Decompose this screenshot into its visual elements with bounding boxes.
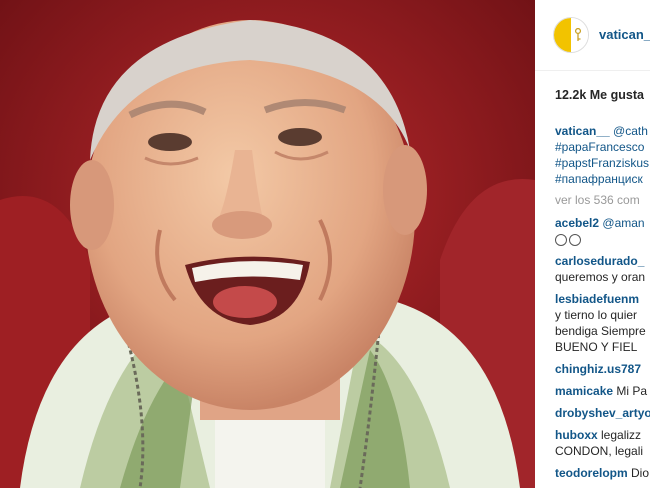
emoji-icon xyxy=(555,233,567,246)
comment-username[interactable]: teodorelopm xyxy=(555,466,628,480)
caption-hashtag[interactable]: #папафранциск xyxy=(555,172,643,186)
comment-username[interactable]: lesbiadefuenm xyxy=(555,292,639,306)
comment-text: bendiga Siempre xyxy=(555,324,646,338)
comment: teodorelopm Dio xyxy=(555,466,649,480)
caption-hashtag[interactable]: #papstFranziskus xyxy=(555,156,649,170)
comment-emoji-line xyxy=(555,232,583,246)
photo-image xyxy=(0,0,535,488)
comment-text: BUENO Y FIEL xyxy=(555,340,638,354)
emoji-icon xyxy=(569,233,581,246)
flag-yellow-half xyxy=(554,18,571,52)
post-header: vatican__ xyxy=(535,0,650,71)
caption-hashtag[interactable]: #papaFrancesco xyxy=(555,140,644,154)
caption-mention[interactable]: @cath xyxy=(613,124,648,138)
comment-username[interactable]: huboxx xyxy=(555,428,598,442)
comment-username[interactable]: drobyshev_artyo xyxy=(555,406,650,420)
comment: mamicake Mi Pa xyxy=(555,384,647,398)
comment-mention[interactable]: @aman xyxy=(602,216,644,230)
comment-text: legalizz xyxy=(601,428,642,442)
comment: drobyshev_artyo xyxy=(555,406,650,420)
comment: huboxx legalizz xyxy=(555,428,641,442)
avatar[interactable] xyxy=(553,17,589,53)
view-all-comments-link[interactable]: ver los 536 com xyxy=(555,193,640,207)
comment: lesbiadefuenm xyxy=(555,292,639,306)
comment: acebel2 @aman xyxy=(555,216,645,230)
post-photo[interactable] xyxy=(0,0,535,488)
comment-username[interactable]: chinghiz.us787 xyxy=(555,362,641,376)
caption: vatican__ @cath xyxy=(555,124,648,138)
comment-text: queremos y oran xyxy=(555,270,646,284)
comment: chinghiz.us787 xyxy=(555,362,641,376)
comment-text: CONDON, legali xyxy=(555,444,644,458)
post-side-panel: vatican__ 12.2k Me gusta vatican__ @cath… xyxy=(535,0,650,488)
comment-username[interactable]: mamicake xyxy=(555,384,613,398)
likes-count[interactable]: 12.2k Me gusta xyxy=(555,88,644,102)
caption-username[interactable]: vatican__ xyxy=(555,124,610,138)
keys-emblem-icon xyxy=(574,28,582,41)
comment: carlosedurado_ xyxy=(555,254,644,268)
post-username[interactable]: vatican__ xyxy=(599,27,650,42)
comment-text: y tierno lo quier xyxy=(555,308,638,322)
comment-username[interactable]: acebel2 xyxy=(555,216,599,230)
comment-username[interactable]: carlosedurado_ xyxy=(555,254,644,268)
comment-text: Mi Pa xyxy=(616,384,648,398)
comment-text: Dio xyxy=(631,466,650,480)
